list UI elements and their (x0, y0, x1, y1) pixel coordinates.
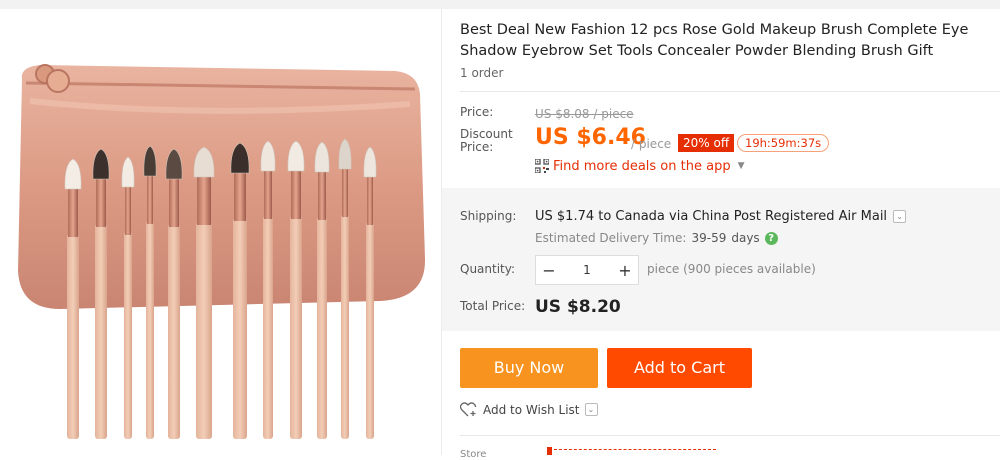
total-price-label: Total Price: (460, 299, 526, 313)
buy-now-button[interactable]: Buy Now (460, 348, 598, 388)
qr-code-icon (535, 159, 549, 173)
availability-text: piece (900 pieces available) (647, 262, 816, 276)
product-title: Best Deal New Fashion 12 pcs Rose Gold M… (460, 22, 969, 59)
countdown-timer: 19h:59m:37s (737, 134, 830, 152)
price-unit: / piece (631, 137, 672, 151)
quantity-stepper: − 1 + (535, 255, 639, 285)
delivery-days: 39-59 (691, 231, 727, 245)
makeup-brush-set-image (18, 64, 426, 439)
delivery-unit: days (731, 231, 760, 245)
discount-price: US $6.46 (535, 125, 646, 150)
divider (460, 435, 1000, 436)
order-count[interactable]: 1 order (460, 66, 503, 80)
product-info: Best Deal New Fashion 12 pcs Rose Gold M… (442, 0, 1000, 460)
help-icon[interactable]: ? (764, 231, 778, 245)
app-deals-link[interactable]: Find more deals on the app ▼ (535, 157, 745, 175)
delivery-estimate: Estimated Delivery Time: 39-59 days ? (535, 231, 778, 245)
quantity-input[interactable]: 1 (562, 263, 612, 277)
add-to-wishlist-button[interactable]: Add to Wish List ⌄ (460, 402, 598, 417)
product-image[interactable] (0, 9, 442, 455)
original-price: US $8.08 / piece (535, 107, 634, 121)
add-to-cart-button[interactable]: Add to Cart (607, 348, 752, 388)
chevron-down-icon[interactable]: ⌄ (893, 210, 907, 223)
quantity-label: Quantity: (460, 262, 516, 276)
caret-down-icon: ▼ (737, 161, 745, 171)
shipping-label: Shipping: (460, 209, 517, 223)
chevron-down-icon[interactable]: ⌄ (584, 403, 598, 416)
shipping-value: US $1.74 to Canada via China Post Regist… (535, 209, 888, 224)
wishlist-label: Add to Wish List (483, 402, 580, 417)
total-price: US $8.20 (535, 297, 621, 317)
app-deals-text: Find more deals on the app (553, 158, 731, 174)
divider (460, 91, 1000, 92)
discount-price-label-line2: Price: (460, 140, 494, 154)
delivery-label: Estimated Delivery Time: (535, 231, 687, 245)
shipping-option[interactable]: US $1.74 to Canada via China Post Regist… (535, 209, 907, 224)
increase-button[interactable]: + (612, 261, 638, 280)
price-label: Price: (460, 105, 494, 119)
heart-plus-icon (460, 402, 477, 417)
discount-badge: 20% off (678, 134, 735, 152)
store-selector[interactable] (547, 447, 716, 458)
decrease-button[interactable]: − (536, 261, 562, 280)
